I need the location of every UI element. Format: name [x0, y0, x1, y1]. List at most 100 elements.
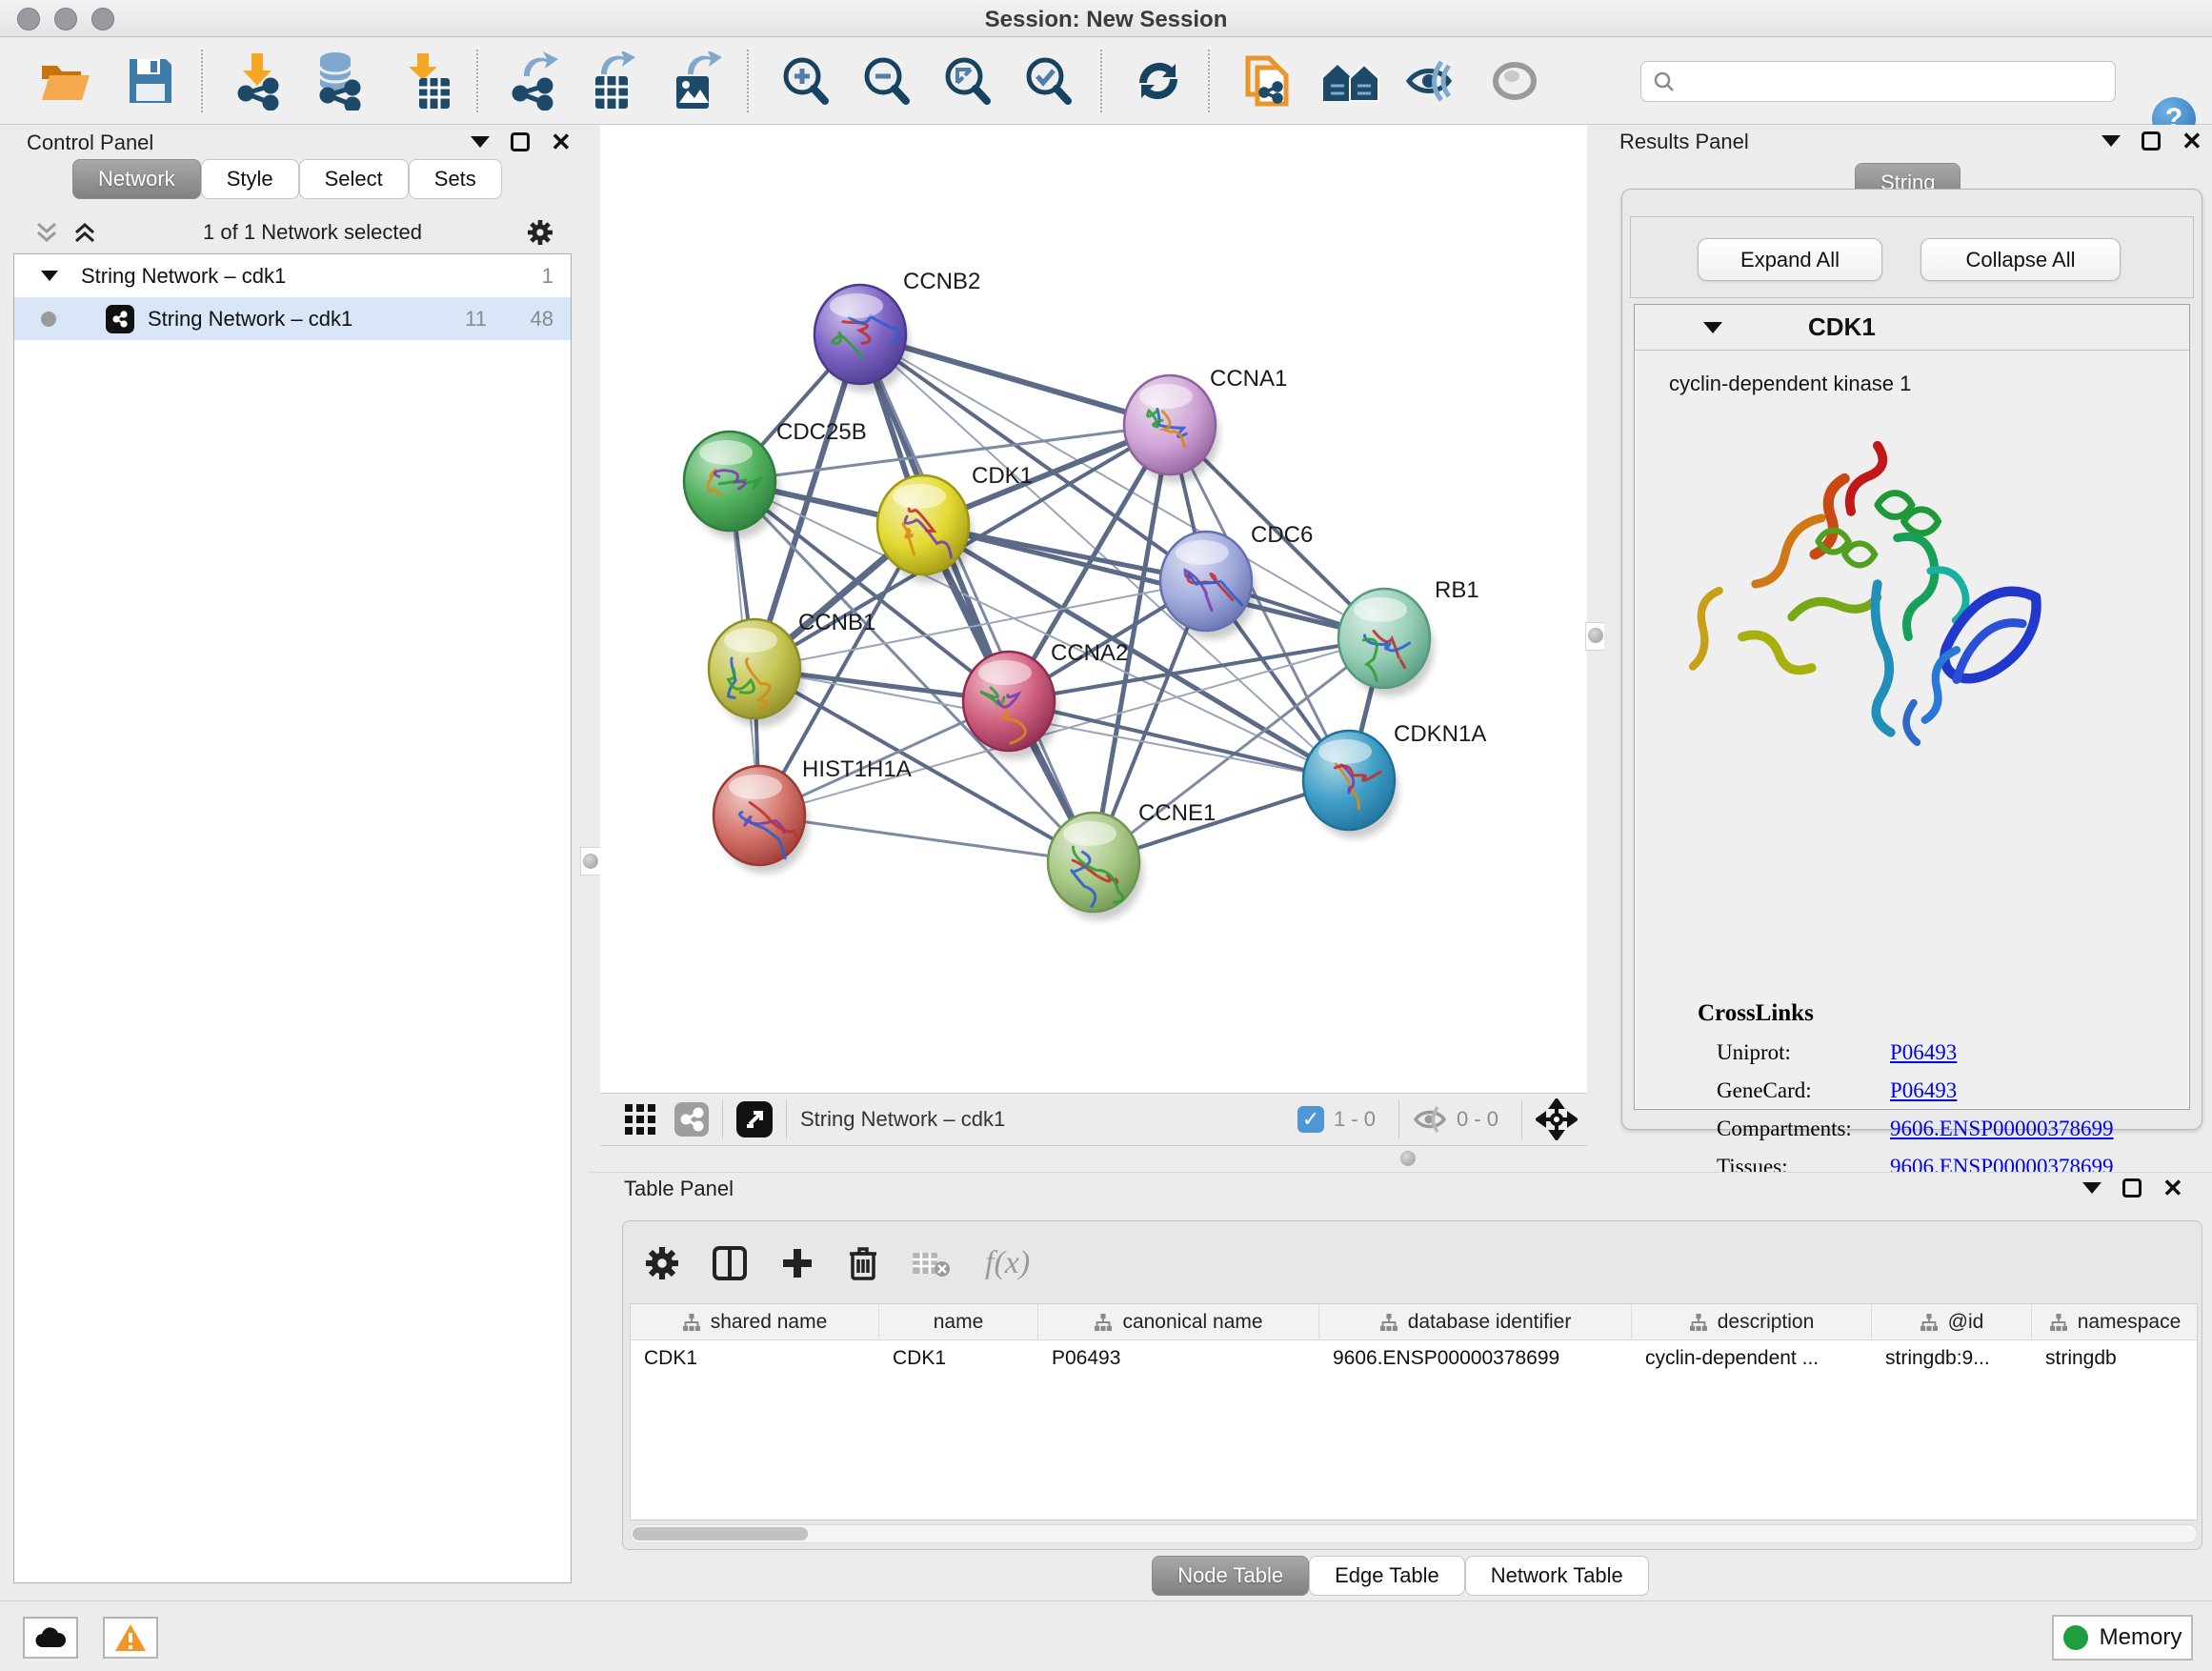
network-node-ccnb1[interactable]: CCNB1	[709, 610, 875, 727]
column-header-name[interactable]: name	[879, 1304, 1038, 1339]
table-options-gear-icon[interactable]	[646, 1247, 678, 1279]
import-network-from-file-button[interactable]	[225, 47, 293, 115]
expand-all-icon[interactable]	[72, 220, 97, 245]
collapse-section-icon[interactable]	[1703, 322, 1722, 333]
network-node-ccna1[interactable]: CCNA1	[1124, 366, 1287, 483]
left-splitter-handle[interactable]	[583, 854, 598, 869]
export-network-button[interactable]	[499, 47, 568, 115]
panel-close-icon[interactable]: ✕	[2162, 1178, 2183, 1198]
network-node-ccnb2[interactable]: CCNB2	[814, 269, 980, 393]
column-header--id[interactable]: @id	[1872, 1304, 2032, 1339]
network-view-mode-icon[interactable]	[674, 1102, 709, 1137]
table-row[interactable]: CDK1CDK1P064939606.ENSP00000378699cyclin…	[631, 1340, 2197, 1377]
right-splitter-handle[interactable]	[1588, 628, 1603, 643]
network-graph[interactable]: CCNB2 CCNA1 CDC25BCDK1 CDC6RB1 CCNB1 CCNA2 CDK…	[600, 125, 1591, 1093]
panel-close-icon[interactable]: ✕	[551, 132, 572, 151]
delete-column-trash-icon[interactable]	[848, 1245, 878, 1281]
zoom-out-button[interactable]	[852, 47, 920, 115]
show-all-button[interactable]	[1480, 47, 1549, 115]
selected-nodes-checkbox-icon[interactable]: ✓	[1297, 1106, 1324, 1133]
collapse-all-icon[interactable]	[34, 220, 59, 245]
tab-network-table[interactable]: Network Table	[1465, 1556, 1649, 1596]
zoom-in-button[interactable]	[771, 47, 839, 115]
column-header-shared-name[interactable]: shared name	[631, 1304, 879, 1339]
network-edge[interactable]	[860, 334, 1094, 862]
save-session-button[interactable]	[116, 47, 185, 115]
network-node-cdc25b[interactable]: CDC25B	[684, 419, 867, 539]
panel-maximize-icon[interactable]	[2122, 1178, 2142, 1198]
column-header-canonical-name[interactable]: canonical name	[1038, 1304, 1319, 1339]
search-input[interactable]	[1676, 70, 2095, 93]
panel-float-icon[interactable]	[2101, 135, 2121, 147]
memory-button[interactable]: Memory	[2052, 1615, 2193, 1661]
crosslink-link[interactable]: P06493	[1890, 1078, 1957, 1103]
warnings-button[interactable]	[103, 1617, 158, 1659]
open-session-button[interactable]	[30, 47, 99, 115]
open-in-new-window-icon[interactable]	[736, 1101, 773, 1137]
table-horizontal-scrollbar[interactable]	[630, 1524, 2198, 1543]
network-node-cdk1[interactable]: CDK1	[877, 463, 1033, 583]
table-cell[interactable]: stringdb:9...	[1872, 1340, 2032, 1377]
expand-all-button[interactable]: Expand All	[1698, 238, 1882, 281]
tab-style[interactable]: Style	[201, 159, 299, 199]
panel-float-icon[interactable]	[471, 136, 490, 148]
tab-edge-table[interactable]: Edge Table	[1309, 1556, 1465, 1596]
right-splitter[interactable]	[1587, 125, 1604, 1172]
tab-node-table[interactable]: Node Table	[1152, 1556, 1309, 1596]
add-column-icon[interactable]	[781, 1247, 814, 1279]
import-table-from-file-button[interactable]	[392, 47, 461, 115]
panel-close-icon[interactable]: ✕	[2182, 131, 2202, 151]
network-tree-row[interactable]: String Network – cdk1 1	[14, 254, 571, 297]
clone-network-button[interactable]	[1233, 47, 1301, 115]
hide-selected-button[interactable]	[1397, 47, 1465, 115]
crosslink-link[interactable]: P06493	[1890, 1040, 1957, 1065]
hidden-items-eye-slash-icon[interactable]	[1413, 1105, 1447, 1134]
panel-maximize-icon[interactable]	[511, 132, 530, 151]
horizontal-splitter-handle[interactable]	[1400, 1151, 1416, 1166]
import-network-from-database-button[interactable]	[304, 47, 372, 115]
refresh-button[interactable]	[1124, 47, 1193, 115]
network-canvas[interactable]: CCNB2 CCNA1 CDC25BCDK1 CDC6RB1 CCNB1 CCNA2 CDK…	[600, 125, 1591, 1093]
network-options-gear-icon[interactable]	[528, 220, 553, 245]
panel-maximize-icon[interactable]	[2142, 131, 2161, 151]
table-cell[interactable]: 9606.ENSP00000378699	[1319, 1340, 1632, 1377]
tab-network[interactable]: Network	[72, 159, 201, 199]
collapse-all-button[interactable]: Collapse All	[1920, 238, 2121, 281]
tab-select[interactable]: Select	[299, 159, 409, 199]
search-box[interactable]	[1640, 61, 2116, 102]
panel-float-icon[interactable]	[2082, 1182, 2101, 1194]
column-header-database-identifier[interactable]: database identifier	[1319, 1304, 1632, 1339]
table-cell[interactable]: CDK1	[879, 1340, 1038, 1377]
crosslink-link[interactable]: 9606.ENSP00000378699	[1890, 1117, 2114, 1141]
node-section-header[interactable]: CDK1	[1635, 305, 2189, 351]
scrollbar-thumb[interactable]	[633, 1527, 808, 1540]
network-node-rb1[interactable]: RB1	[1338, 577, 1479, 696]
export-image-button[interactable]	[661, 47, 730, 115]
column-header-namespace[interactable]: namespace	[2032, 1304, 2198, 1339]
zoom-selected-button[interactable]	[1014, 47, 1082, 115]
table-cell[interactable]: P06493	[1038, 1340, 1319, 1377]
network-edge[interactable]	[759, 815, 1094, 862]
first-neighbors-button[interactable]	[1317, 47, 1385, 115]
tree-expander-icon[interactable]	[41, 271, 58, 281]
network-node-cdc6[interactable]: CDC6	[1160, 522, 1313, 639]
horizontal-splitter[interactable]	[600, 1147, 1591, 1172]
pan-move-icon[interactable]	[1536, 1098, 1578, 1140]
grid-view-icon[interactable]	[625, 1104, 655, 1135]
show-columns-icon[interactable]	[713, 1246, 747, 1280]
network-node-cdkn1a[interactable]: CDKN1A	[1303, 721, 1486, 838]
network-node-ccna2[interactable]: CCNA2	[963, 640, 1128, 759]
table-cell[interactable]: CDK1	[631, 1340, 879, 1377]
cloud-status-button[interactable]	[23, 1617, 78, 1659]
node-table[interactable]: shared namename canonical name database …	[630, 1303, 2198, 1520]
column-header-description[interactable]: description	[1632, 1304, 1872, 1339]
table-cell[interactable]: stringdb	[2032, 1340, 2198, 1377]
export-table-button[interactable]	[580, 47, 649, 115]
table-cell[interactable]: cyclin-dependent ...	[1632, 1340, 1872, 1377]
network-edge[interactable]	[1009, 701, 1349, 780]
zoom-fit-button[interactable]	[933, 47, 1001, 115]
tab-sets[interactable]: Sets	[409, 159, 502, 199]
network-tree-row[interactable]: String Network – cdk1 11 48	[14, 297, 571, 340]
network-node-hist1h1a[interactable]: HIST1H1A	[714, 756, 912, 874]
network-node-ccne1[interactable]: CCNE1	[1048, 800, 1216, 920]
